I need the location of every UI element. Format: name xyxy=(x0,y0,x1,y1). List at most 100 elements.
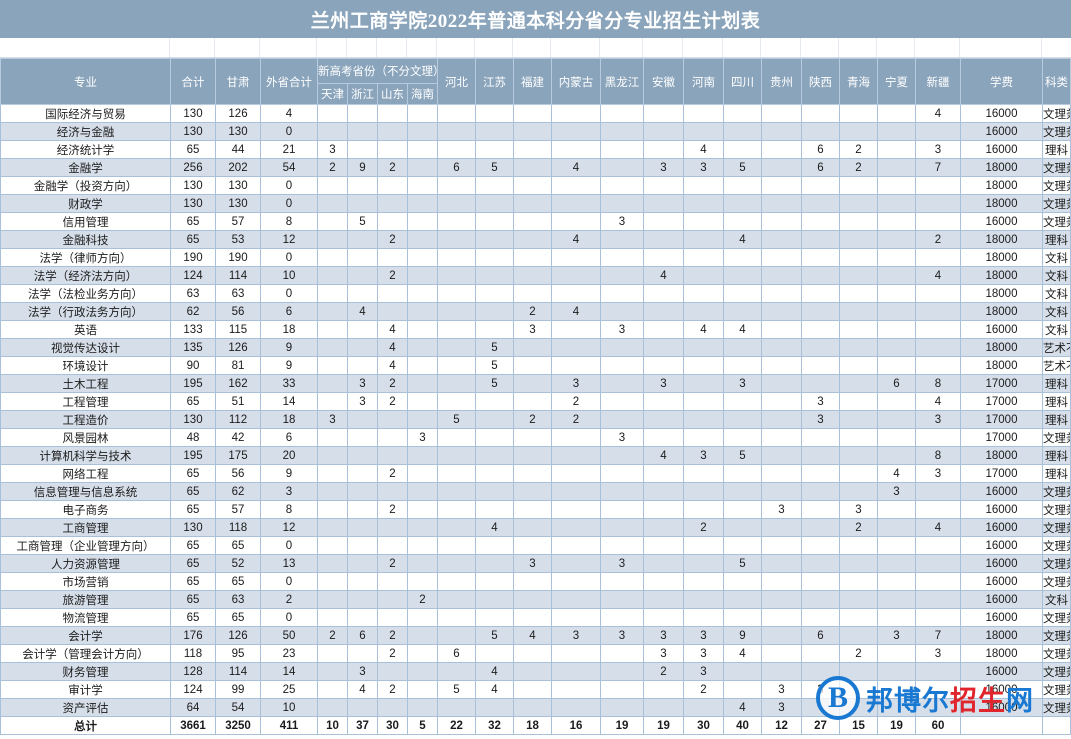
cell-province-15 xyxy=(877,194,916,213)
cell-province-3: 5 xyxy=(407,716,438,735)
cell-province-16 xyxy=(915,338,961,357)
cell-tuition: 17000 xyxy=(960,428,1043,447)
cell-province-0 xyxy=(317,284,348,303)
cell-province-2 xyxy=(377,302,408,321)
cell-province-16 xyxy=(915,248,961,267)
cell-province-10 xyxy=(683,194,724,213)
cell-category: 理科 xyxy=(1042,446,1071,465)
cell-province-11 xyxy=(723,500,762,519)
cell-province-13 xyxy=(801,500,840,519)
cell-tuition: 18000 xyxy=(960,302,1043,321)
cell-gansu: 126 xyxy=(215,104,261,123)
cell-province-11 xyxy=(723,248,762,267)
cell-province-0 xyxy=(317,608,348,627)
cell-province-16: 3 xyxy=(915,140,961,159)
cell-province-15 xyxy=(877,320,916,339)
cell-province-11 xyxy=(723,464,762,483)
table-head: 专业 合计 甘肃 外省合计 新高考省份（不分文理） 河北 江苏 福建 内蒙古 黑… xyxy=(0,58,1071,105)
cell-gansu: 57 xyxy=(215,212,261,231)
cell-province-8 xyxy=(600,590,644,609)
cell-category: 文理兼收 xyxy=(1042,680,1071,699)
cell-province-8: 3 xyxy=(600,554,644,573)
cell-category: 文理兼收 xyxy=(1042,608,1071,627)
cell-province-2 xyxy=(377,536,408,555)
cell-province-5 xyxy=(475,284,514,303)
cell-province-12 xyxy=(761,356,802,375)
cell-province-14 xyxy=(839,302,878,321)
cell-outside-total: 9 xyxy=(260,464,318,483)
cell-total: 65 xyxy=(170,590,216,609)
cell-province-12 xyxy=(761,266,802,285)
col-header-province-0: 河北 xyxy=(437,58,476,105)
cell-province-7 xyxy=(551,518,601,537)
cell-province-8: 3 xyxy=(600,428,644,447)
cell-province-13 xyxy=(801,266,840,285)
cell-province-10 xyxy=(683,176,724,195)
cell-province-4 xyxy=(437,392,476,411)
cell-province-6 xyxy=(513,662,552,681)
cell-province-6 xyxy=(513,644,552,663)
cell-province-14 xyxy=(839,338,878,357)
table-row: 审计学1249925425423316000文理兼收 xyxy=(0,680,1071,699)
cell-province-1: 37 xyxy=(347,716,378,735)
cell-total: 65 xyxy=(170,500,216,519)
cell-province-0 xyxy=(317,500,348,519)
cell-category: 文理兼收 xyxy=(1042,518,1071,537)
cell-province-3 xyxy=(407,392,438,411)
cell-province-3 xyxy=(407,140,438,159)
cell-province-15: 3 xyxy=(877,626,916,645)
cell-province-15 xyxy=(877,500,916,519)
cell-category: 文科 xyxy=(1042,248,1071,267)
cell-province-2: 4 xyxy=(377,320,408,339)
cell-province-4 xyxy=(437,572,476,591)
cell-province-14 xyxy=(839,230,878,249)
cell-category: 理科 xyxy=(1042,230,1071,249)
cell-province-10 xyxy=(683,248,724,267)
cell-outside-total: 14 xyxy=(260,392,318,411)
cell-tuition: 16000 xyxy=(960,320,1043,339)
cell-outside-total: 18 xyxy=(260,320,318,339)
col-header-newgaokao-2: 山东 xyxy=(377,83,408,105)
cell-major: 法学（行政法务方向） xyxy=(0,302,171,321)
cell-province-13 xyxy=(801,662,840,681)
cell-province-15 xyxy=(877,698,916,717)
cell-total: 65 xyxy=(170,536,216,555)
cell-tuition: 16000 xyxy=(960,662,1043,681)
cell-tuition: 17000 xyxy=(960,464,1043,483)
cell-outside-total: 8 xyxy=(260,500,318,519)
cell-province-5 xyxy=(475,104,514,123)
cell-outside-total: 0 xyxy=(260,536,318,555)
cell-gansu: 42 xyxy=(215,428,261,447)
cell-province-13 xyxy=(801,482,840,501)
cell-province-13 xyxy=(801,248,840,267)
cell-province-12 xyxy=(761,284,802,303)
cell-province-12 xyxy=(761,446,802,465)
cell-province-3 xyxy=(407,284,438,303)
cell-province-5 xyxy=(475,302,514,321)
cell-province-4: 5 xyxy=(437,680,476,699)
cell-province-13 xyxy=(801,446,840,465)
cell-province-11 xyxy=(723,194,762,213)
cell-province-12: 12 xyxy=(761,716,802,735)
cell-category: 文科 xyxy=(1042,302,1071,321)
cell-province-16 xyxy=(915,590,961,609)
cell-province-0 xyxy=(317,176,348,195)
cell-province-10 xyxy=(683,536,724,555)
cell-province-1 xyxy=(347,698,378,717)
cell-province-1 xyxy=(347,518,378,537)
cell-major: 信用管理 xyxy=(0,212,171,231)
cell-major: 经济与金融 xyxy=(0,122,171,141)
cell-province-8 xyxy=(600,122,644,141)
cell-province-11 xyxy=(723,392,762,411)
cell-province-2 xyxy=(377,176,408,195)
cell-tuition: 18000 xyxy=(960,446,1043,465)
cell-province-4: 22 xyxy=(437,716,476,735)
page-title: 兰州工商学院2022年普通本科分省分专业招生计划表 xyxy=(310,10,761,32)
cell-province-8 xyxy=(600,392,644,411)
cell-outside-total: 0 xyxy=(260,176,318,195)
cell-province-9 xyxy=(643,428,684,447)
cell-province-10 xyxy=(683,356,724,375)
cell-gansu: 130 xyxy=(215,176,261,195)
table-row: 金融学（投资方向）130130018000文理兼收 xyxy=(0,176,1071,195)
cell-category: 艺术不分文理 xyxy=(1042,338,1071,357)
